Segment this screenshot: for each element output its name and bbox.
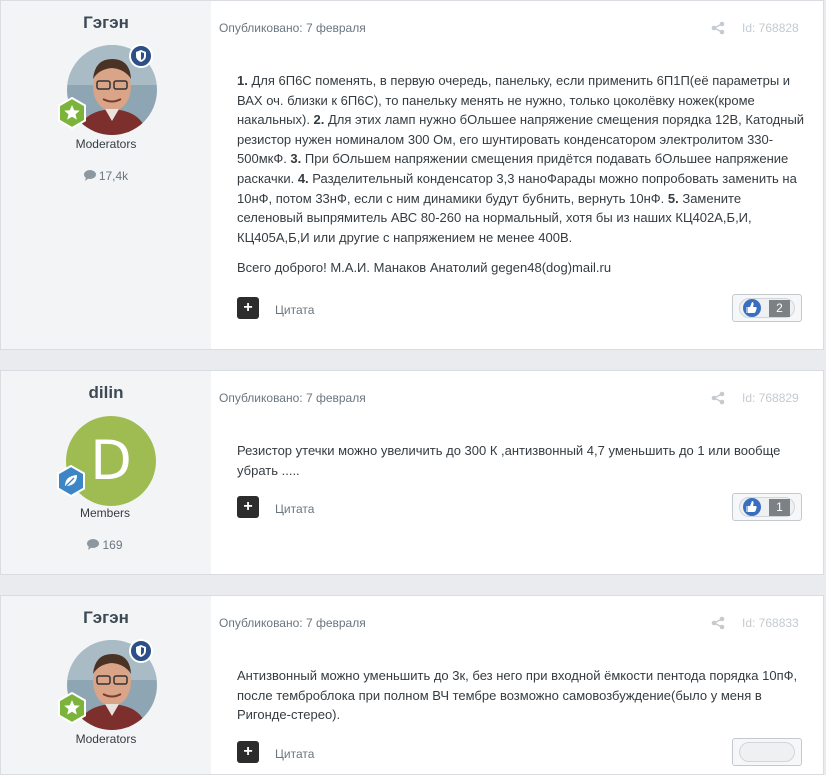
plus-icon: + xyxy=(243,743,253,760)
post-count: 17,4k xyxy=(1,169,211,184)
post-count-value: 169 xyxy=(102,538,123,552)
share-icon[interactable] xyxy=(711,616,725,630)
bold-number: 4. xyxy=(297,170,309,186)
text-run: Антизвонный можно уменьшить до 3к, без н… xyxy=(237,668,798,723)
multiquote-button[interactable]: + xyxy=(237,496,259,518)
share-icon[interactable] xyxy=(711,21,725,35)
like-count: 2 xyxy=(769,300,790,317)
post-content: Антизвонный можно уменьшить до 3к, без н… xyxy=(237,666,807,736)
post-id[interactable]: Id: 768833 xyxy=(742,616,799,630)
shield-icon xyxy=(129,639,153,663)
thumbs-up-icon xyxy=(743,498,761,516)
published-date[interactable]: Опубликовано: 7 февраля xyxy=(219,21,366,35)
post-count: 169 xyxy=(0,538,210,553)
author-name[interactable]: Гэгэн xyxy=(1,608,211,628)
like-count: 1 xyxy=(769,499,790,516)
like-button[interactable]: 2 xyxy=(732,294,802,322)
post-paragraph: 1. Для 6П6С поменять, в первую очередь, … xyxy=(237,71,807,247)
author-group: Members xyxy=(79,506,130,520)
post-id[interactable]: Id: 768828 xyxy=(742,21,799,35)
star-badge-icon xyxy=(56,96,88,130)
published-date[interactable]: Опубликовано: 7 февраля xyxy=(219,391,366,405)
quote-button[interactable]: Цитата xyxy=(275,747,314,761)
plus-icon: + xyxy=(243,299,253,316)
post-content: Резистор утечки можно увеличить до 300 К… xyxy=(237,441,807,491)
bold-number: 1. xyxy=(237,73,248,88)
multiquote-button[interactable]: + xyxy=(237,297,259,319)
like-button[interactable] xyxy=(732,738,802,766)
comment-bubble-icon xyxy=(83,169,96,184)
quote-button[interactable]: Цитата xyxy=(275,502,314,516)
comment-bubble-icon xyxy=(87,538,100,553)
text-run: Резистор утечки можно увеличить до 300 К… xyxy=(237,443,781,478)
post-content: 1. Для 6П6С поменять, в первую очередь, … xyxy=(237,71,807,289)
author-panel: Гэгэн Moderators xyxy=(1,1,211,349)
author-panel: Гэгэн Moderators xyxy=(1,596,211,774)
published-date[interactable]: Опубликовано: 7 февраля xyxy=(219,616,366,630)
thumbs-up-icon xyxy=(743,299,761,317)
share-icon[interactable] xyxy=(711,391,725,405)
bold-number: 5. xyxy=(667,190,679,206)
bold-number: 2. xyxy=(313,112,325,128)
post-paragraph: Всего доброго! М.А.И. Манаков Анатолий g… xyxy=(237,258,807,278)
multiquote-button[interactable]: + xyxy=(237,741,259,763)
star-badge-icon xyxy=(56,691,88,725)
author-group: Moderators xyxy=(75,137,137,151)
post-count-value: 17,4k xyxy=(98,169,129,183)
leaf-badge-icon xyxy=(55,464,87,498)
shield-icon xyxy=(129,44,153,68)
post-paragraph: Антизвонный можно уменьшить до 3к, без н… xyxy=(237,666,807,725)
quote-button[interactable]: Цитата xyxy=(275,303,314,317)
signature-text: Всего доброго! М.А.И. Манаков Анатолий g… xyxy=(237,260,612,276)
author-name[interactable]: dilin xyxy=(1,383,211,403)
post-paragraph: Резистор утечки можно увеличить до 300 К… xyxy=(237,441,807,480)
bold-number: 3. xyxy=(290,151,302,167)
plus-icon: + xyxy=(243,498,253,515)
author-group: Moderators xyxy=(75,732,137,746)
post-id[interactable]: Id: 768829 xyxy=(742,391,799,405)
like-button[interactable]: 1 xyxy=(732,493,802,521)
post-3: Гэгэн Moderators Опубликовано: 7 февраля… xyxy=(0,595,824,775)
post-1: Гэгэн Moderators 17,4k Опубликовано: 7 ф… xyxy=(0,0,824,350)
author-name[interactable]: Гэгэн xyxy=(1,13,211,33)
reaction-pill xyxy=(739,742,795,762)
